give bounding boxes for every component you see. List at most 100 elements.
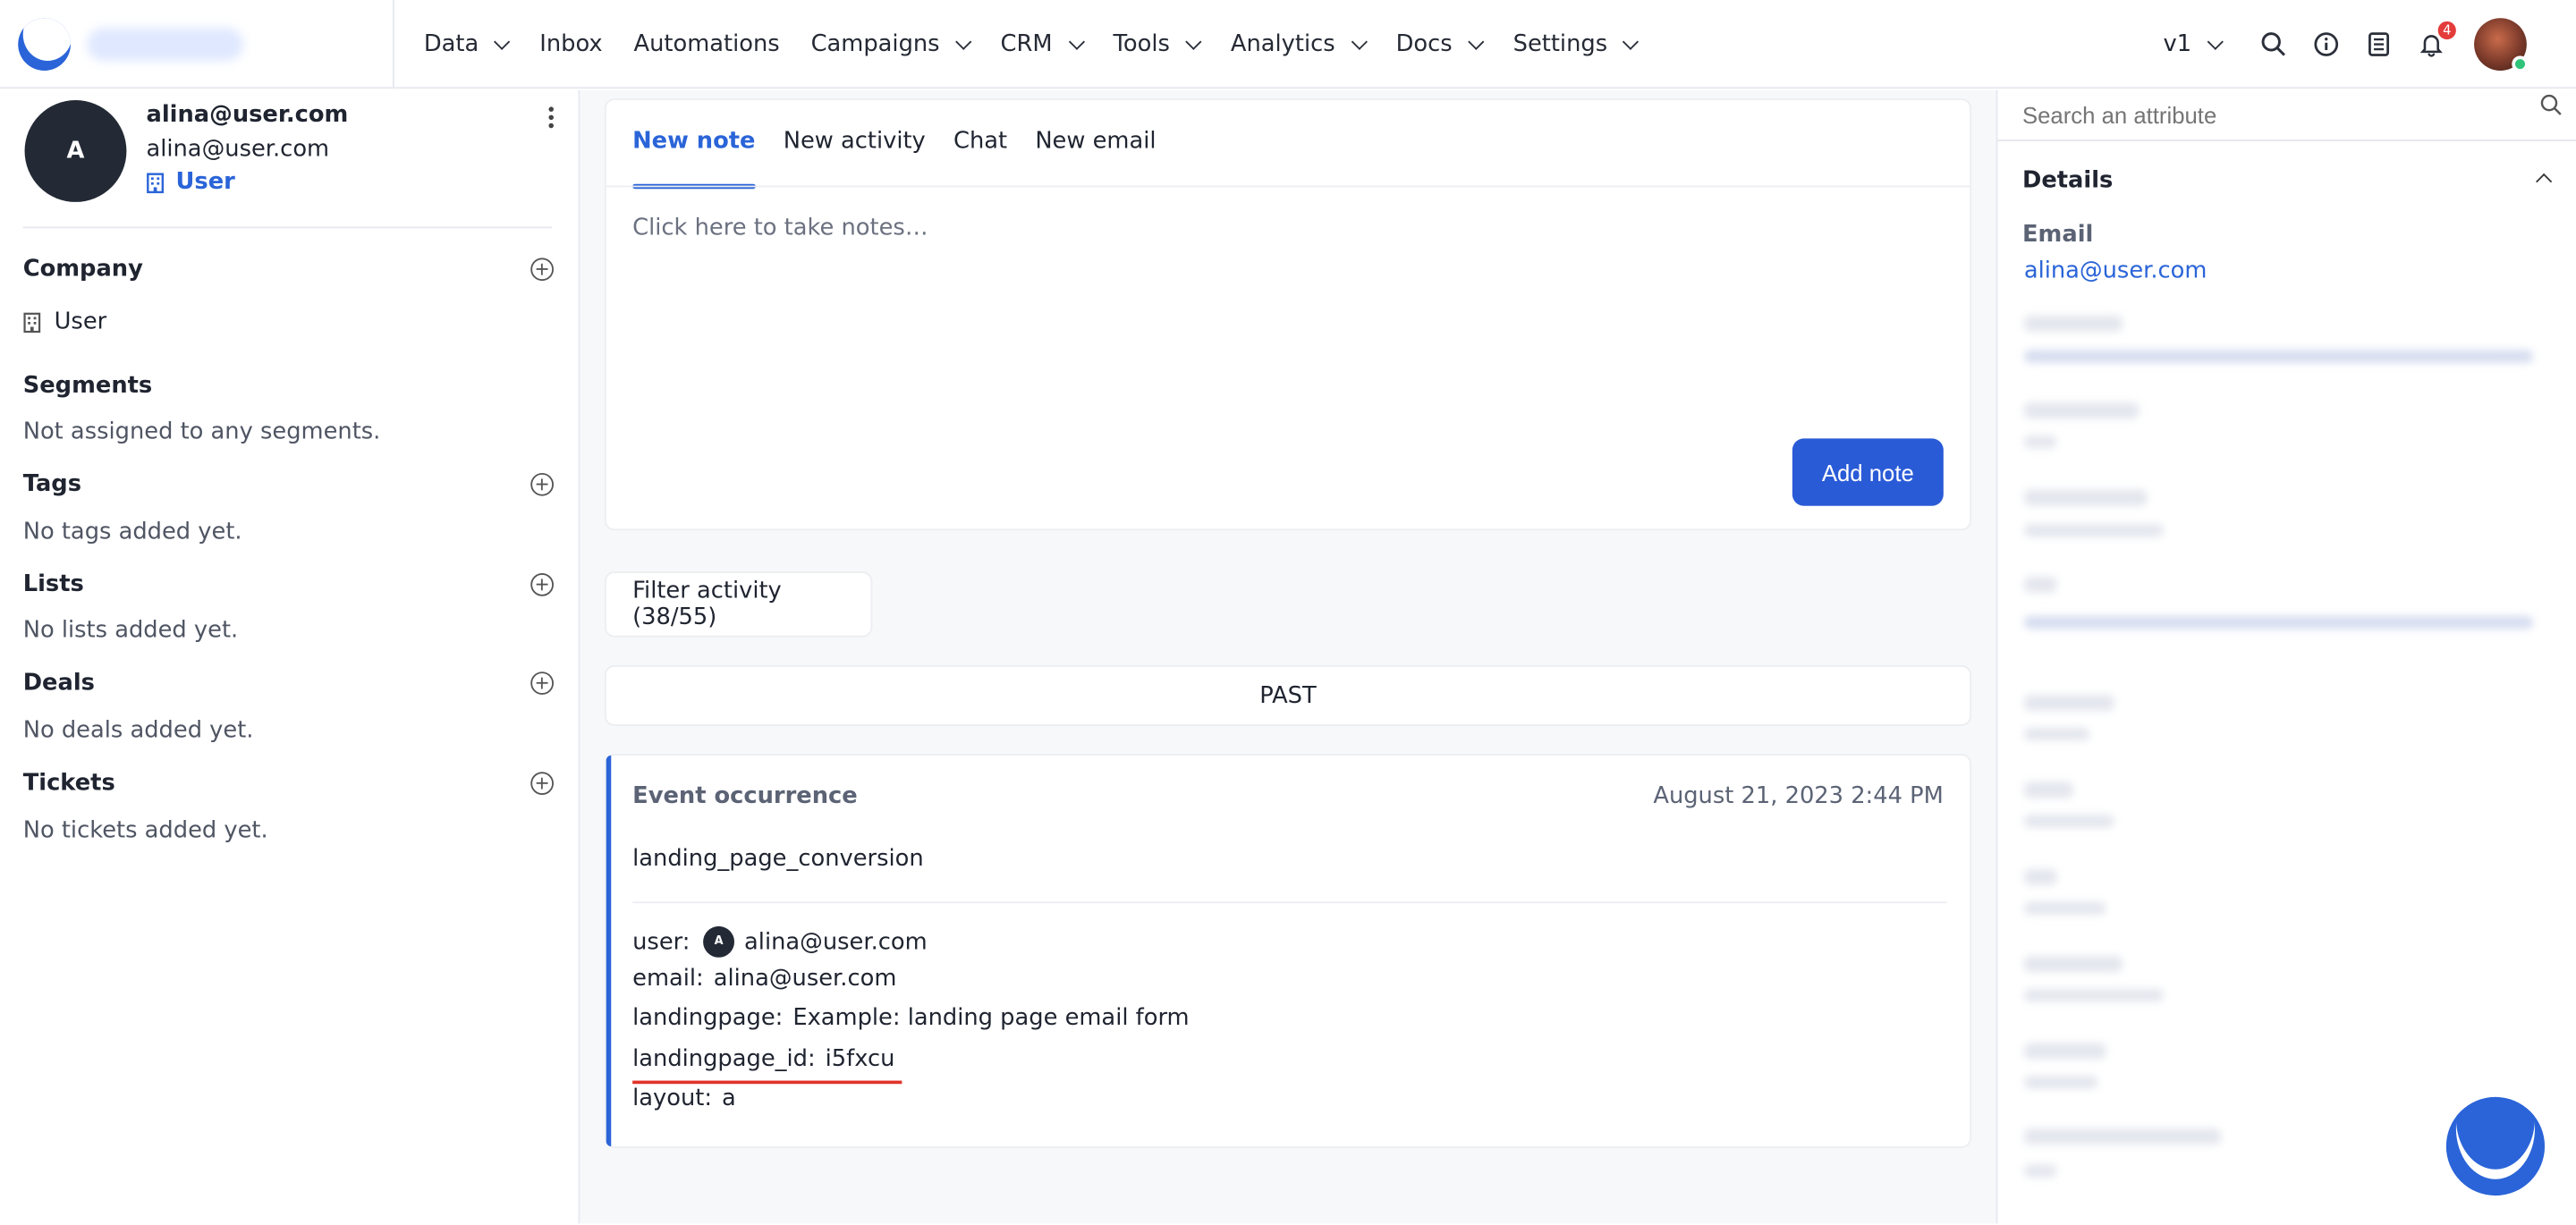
- chevron-down-icon: [1623, 32, 1640, 50]
- nav-item-label: Campaigns: [810, 30, 940, 58]
- chevron-down-icon: [1185, 32, 1202, 50]
- highlight-underline: [632, 1080, 902, 1085]
- nav-item-data[interactable]: Data: [423, 30, 512, 58]
- blurred-attribute: [2023, 350, 2534, 363]
- add-list-icon[interactable]: [530, 573, 554, 596]
- add-note-button[interactable]: Add note: [1792, 438, 1944, 506]
- profile-sidebar: A alina@user.com alina@user.com User Com…: [0, 90, 580, 1224]
- activity-panel: New note New activity Chat New email Click …: [580, 90, 1996, 1224]
- search-icon[interactable]: [2260, 31, 2286, 57]
- info-icon[interactable]: [2313, 31, 2339, 57]
- attributes-panel: Details Email alina@user.com: [1996, 90, 2576, 1224]
- nav-item-tools[interactable]: Tools: [1113, 30, 1202, 58]
- tickets-title: Tickets: [22, 770, 115, 797]
- nav-item-label: CRM: [1000, 30, 1053, 58]
- field-value: Example: landing page email form: [792, 1005, 1190, 1032]
- field-key: landingpage:: [632, 1005, 784, 1032]
- nav-item-docs[interactable]: Docs: [1396, 31, 1485, 57]
- chevron-down-icon: [1068, 32, 1085, 50]
- blurred-attribute: [2023, 523, 2164, 537]
- blurred-attribute: [2023, 694, 2114, 712]
- tags-empty-text: No tags added yet.: [22, 519, 242, 545]
- event-timestamp: August 21, 2023 2:44 PM: [1653, 783, 1944, 810]
- event-card: Event occurrence August 21, 2023 2:44 PM…: [604, 754, 1972, 1148]
- top-navbar: Data Inbox Automations Campaigns CRM Tools Ana…: [0, 0, 2576, 89]
- event-field-layout: layout: a: [632, 1086, 736, 1111]
- nav-item-label: Tools: [1113, 30, 1170, 58]
- book-icon[interactable]: [2366, 31, 2392, 57]
- nav-item-label: Data: [423, 30, 479, 58]
- tab-chat[interactable]: Chat: [953, 100, 1007, 187]
- chevron-up-icon[interactable]: [2536, 173, 2553, 190]
- chevron-down-icon: [955, 32, 972, 50]
- event-name: landing_page_conversion: [632, 845, 924, 873]
- blurred-attribute: [2023, 955, 2123, 973]
- blurred-attribute: [2023, 988, 2164, 1002]
- workspace-name-blurred[interactable]: [87, 28, 243, 61]
- event-field-landingpage: landingpage: Example: landing page email…: [632, 1005, 1189, 1031]
- blurred-attribute: [2023, 815, 2114, 828]
- online-status-dot: [2512, 55, 2529, 72]
- blurred-attribute: [2023, 615, 2534, 629]
- company-name: User: [54, 308, 107, 335]
- more-options-icon[interactable]: [542, 106, 558, 130]
- nav-item-automations[interactable]: Automations: [634, 31, 780, 57]
- tab-new-note[interactable]: New note: [632, 100, 756, 190]
- company-item[interactable]: User: [23, 308, 107, 335]
- email-attr-label: Email: [2021, 221, 2094, 249]
- version-select[interactable]: v1: [2163, 30, 2224, 58]
- add-tag-icon[interactable]: [530, 472, 554, 496]
- timeline-divider-label: PAST: [1259, 682, 1317, 709]
- add-company-icon[interactable]: [530, 258, 554, 282]
- field-value: a: [722, 1086, 736, 1112]
- nav-item-settings[interactable]: Settings: [1513, 31, 1640, 57]
- chevron-down-icon: [1351, 32, 1368, 50]
- filter-activity-label: Filter activity (38/55): [632, 578, 782, 631]
- top-right-tools: v1 4: [2163, 0, 2529, 89]
- tags-title: Tags: [22, 471, 82, 498]
- user-avatar[interactable]: [2474, 18, 2529, 72]
- blurred-attribute: [2023, 901, 2106, 916]
- chat-widget-button[interactable]: [2445, 1096, 2546, 1196]
- search-icon[interactable]: [2540, 92, 2563, 123]
- nav-item-inbox[interactable]: Inbox: [539, 31, 602, 57]
- profile-company-link[interactable]: User: [146, 169, 235, 196]
- blurred-attribute: [2023, 435, 2057, 449]
- version-label: v1: [2163, 30, 2192, 58]
- nav-item-crm[interactable]: CRM: [1000, 30, 1085, 58]
- note-textarea[interactable]: Click here to take notes…: [632, 215, 928, 241]
- attribute-search: [1997, 90, 2576, 141]
- deals-empty-text: No deals added yet.: [22, 717, 254, 745]
- app-logo[interactable]: [18, 18, 71, 71]
- profile-email: alina@user.com: [146, 136, 330, 163]
- bell-icon[interactable]: 4: [2419, 21, 2456, 57]
- deals-title: Deals: [22, 670, 95, 697]
- event-field-email: email: alina@user.com: [632, 966, 896, 992]
- timeline-divider: PAST: [604, 664, 1972, 726]
- tab-new-activity[interactable]: New activity: [784, 100, 926, 187]
- tickets-empty-text: No tickets added yet.: [22, 817, 268, 845]
- attribute-search-input[interactable]: [2021, 90, 2515, 140]
- notification-badge: 4: [2437, 21, 2456, 40]
- main-nav: Data Inbox Automations Campaigns CRM Tools Ana…: [423, 0, 1640, 89]
- blurred-attribute: [2023, 576, 2057, 594]
- lists-empty-text: No lists added yet.: [22, 617, 239, 644]
- lists-title: Lists: [22, 571, 84, 598]
- add-deal-icon[interactable]: [530, 672, 554, 695]
- event-divider: [632, 901, 1947, 904]
- tab-new-email[interactable]: New email: [1035, 100, 1156, 187]
- nav-item-analytics[interactable]: Analytics: [1230, 30, 1368, 58]
- event-field-user: user: A alina@user.com: [632, 925, 928, 958]
- blurred-attribute: [2023, 401, 2140, 419]
- event-type: Event occurrence: [632, 783, 858, 810]
- nav-divider: [392, 0, 394, 89]
- building-icon: [147, 172, 165, 193]
- nav-item-label: Analytics: [1230, 30, 1335, 58]
- field-key: layout:: [632, 1086, 713, 1112]
- add-ticket-icon[interactable]: [530, 772, 554, 795]
- field-value[interactable]: alina@user.com: [744, 929, 928, 955]
- email-attr-value[interactable]: alina@user.com: [2024, 258, 2207, 283]
- filter-activity-button[interactable]: Filter activity (38/55): [604, 571, 873, 638]
- nav-item-campaigns[interactable]: Campaigns: [810, 30, 972, 58]
- building-icon: [23, 311, 41, 333]
